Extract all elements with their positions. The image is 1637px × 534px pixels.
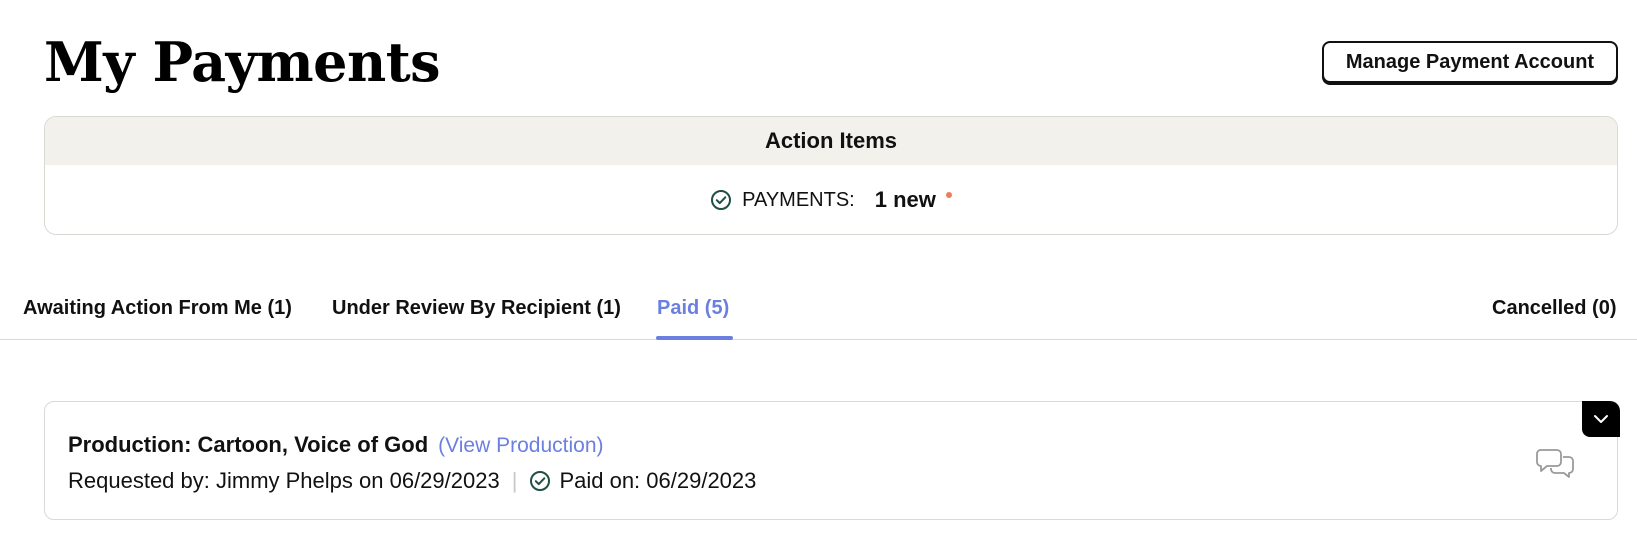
action-items-title: Action Items: [45, 117, 1617, 165]
tab-awaiting-action[interactable]: Awaiting Action From Me (1): [23, 297, 292, 320]
view-production-link[interactable]: (View Production): [438, 434, 603, 458]
payments-label: PAYMENTS:: [742, 188, 855, 211]
chat-bubbles-icon[interactable]: [1535, 446, 1575, 480]
active-tab-indicator: [656, 336, 733, 340]
production-title: Production: Cartoon, Voice of God: [68, 432, 429, 457]
payments-new-count[interactable]: 1 new: [875, 187, 936, 213]
action-items-payments[interactable]: PAYMENTS: 1 new: [45, 165, 1617, 234]
meta-separator: |: [511, 468, 518, 493]
payment-meta-row: Requested by: Jimmy Phelps on 06/29/2023…: [68, 468, 756, 494]
payment-status-tabs: Awaiting Action From Me (1) Under Review…: [0, 282, 1637, 340]
payment-title-row: Production: Cartoon, Voice of God (View …: [68, 432, 604, 458]
new-indicator-dot: [945, 192, 952, 198]
paid-on-text: Paid on: 06/29/2023: [559, 468, 757, 493]
page: My Payments Manage Payment Account Actio…: [0, 0, 1637, 534]
manage-payment-account-button[interactable]: Manage Payment Account: [1322, 41, 1618, 83]
tab-paid[interactable]: Paid (5): [657, 297, 729, 320]
check-circle-icon: [710, 189, 732, 211]
expand-payment-button[interactable]: [1582, 401, 1620, 437]
payment-card: Production: Cartoon, Voice of God (View …: [44, 401, 1620, 520]
requested-by-text: Requested by: Jimmy Phelps on 06/29/2023: [68, 468, 500, 493]
tab-under-review[interactable]: Under Review By Recipient (1): [332, 297, 621, 320]
check-circle-icon: [529, 470, 551, 492]
tab-cancelled[interactable]: Cancelled (0): [1492, 297, 1616, 320]
action-items-panel: Action Items PAYMENTS: 1 new: [44, 116, 1618, 235]
chevron-down-icon: [1593, 414, 1609, 424]
page-title: My Payments: [44, 30, 441, 94]
